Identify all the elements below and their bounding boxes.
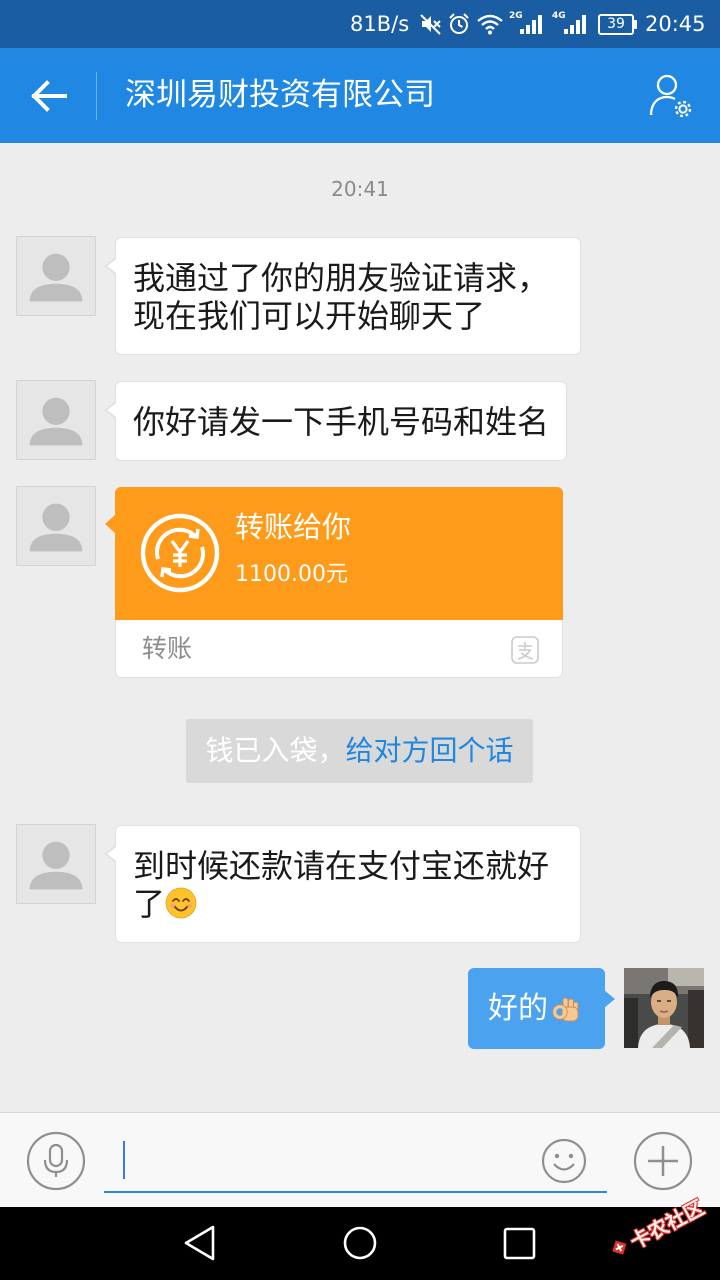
- message-bubble: 到时候还款请在支付宝还就好 了: [105, 825, 581, 943]
- yuan-transfer-icon: [140, 513, 220, 593]
- contact-settings-icon[interactable]: [648, 73, 694, 119]
- smiling-face-emoji: [165, 887, 197, 919]
- mute-icon: [420, 14, 441, 35]
- system-notice: 钱已入袋，给对方回个话: [186, 719, 533, 783]
- text-cursor: [123, 1141, 125, 1179]
- chat-timestamp: 20:41: [331, 177, 389, 201]
- message-text: 我通过了你的朋友验证请求，: [133, 259, 550, 297]
- message-text: 现在我们可以开始聊天了: [133, 297, 486, 335]
- smiley-icon[interactable]: [540, 1137, 588, 1185]
- battery-tip: [634, 20, 637, 29]
- message-text: 了: [133, 885, 166, 923]
- header-divider: [96, 72, 97, 120]
- transfer-title: 转账给你: [235, 510, 352, 544]
- my-message-bubble: 好的: [468, 968, 615, 1049]
- message-bubble: 我通过了你的朋友验证请求， 现在我们可以开始聊天了: [105, 237, 581, 355]
- contact-avatar[interactable]: [16, 236, 96, 316]
- wifi-icon: [477, 14, 503, 35]
- recent-apps-icon[interactable]: [503, 1227, 537, 1261]
- message-bubble: 你好请发一下手机号码和姓名: [105, 381, 567, 461]
- clock: 20:45: [645, 12, 706, 36]
- user-photo: [624, 968, 704, 1048]
- transfer-label: 转账: [142, 634, 193, 663]
- network-speed: 81B/s: [350, 12, 410, 36]
- message-text-line: 了: [133, 885, 563, 923]
- my-avatar[interactable]: [624, 968, 704, 1048]
- message-text: 到时候还款请在支付宝还就好: [133, 847, 550, 885]
- default-user-icon: [29, 397, 83, 446]
- plus-icon[interactable]: [632, 1130, 694, 1192]
- message-input[interactable]: [104, 1141, 607, 1193]
- back-arrow-icon[interactable]: [28, 77, 68, 115]
- default-user-icon: [29, 253, 83, 302]
- reply-link[interactable]: 给对方回个话: [346, 734, 514, 767]
- home-icon[interactable]: [342, 1225, 378, 1261]
- message-text: 好的: [488, 990, 548, 1026]
- notice-text: 钱已入袋，: [205, 734, 346, 767]
- message-text: 你好请发一下手机号码和姓名: [133, 403, 550, 441]
- battery-icon: 39: [598, 14, 634, 35]
- transfer-card-header: 转账给你 1100.00元: [115, 487, 563, 620]
- signal-icon: [564, 15, 586, 34]
- chat-screen: 81B/s 2G 4G 39 20:45 深圳易财投资有限公司 20:41 我通…: [0, 0, 720, 1280]
- ok-hand-emoji: [552, 997, 579, 1021]
- input-bar: [0, 1112, 720, 1207]
- microphone-icon[interactable]: [25, 1130, 87, 1192]
- chat-header: 深圳易财投资有限公司: [0, 48, 720, 143]
- status-bar: 81B/s 2G 4G 39 20:45: [0, 0, 720, 48]
- alipay-icon: [511, 636, 539, 664]
- page-title: 深圳易财投资有限公司: [125, 77, 435, 113]
- contact-avatar[interactable]: [16, 824, 96, 904]
- back-icon[interactable]: [183, 1225, 217, 1261]
- transfer-card-footer: 转账: [115, 620, 563, 678]
- signal-icon: [520, 15, 542, 34]
- default-user-icon: [29, 841, 83, 890]
- contact-avatar[interactable]: [16, 486, 96, 566]
- transfer-card[interactable]: 转账给你 1100.00元 转账: [105, 487, 563, 678]
- default-user-icon: [29, 503, 83, 552]
- transfer-amount: 1100.00元: [235, 562, 348, 587]
- contact-avatar[interactable]: [16, 380, 96, 460]
- alarm-icon: [449, 13, 469, 34]
